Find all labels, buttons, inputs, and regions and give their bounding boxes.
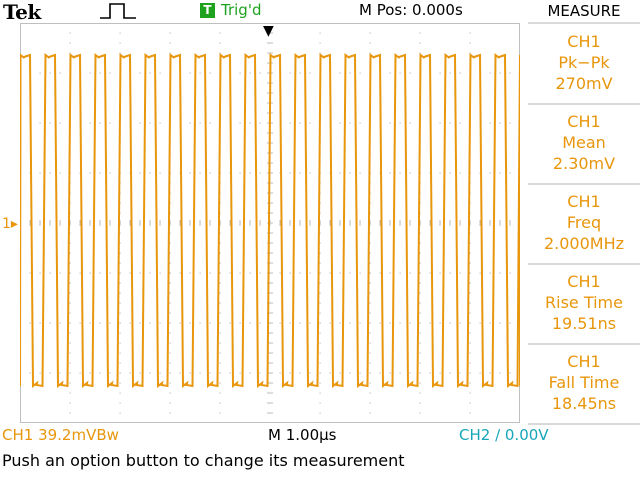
- measurement-value: 2.30mV: [552, 154, 616, 173]
- divider: [528, 183, 640, 185]
- timebase-readout: M 1.00µs: [268, 426, 337, 444]
- ch1-scale-readout: CH1 39.2mVBw: [2, 426, 119, 444]
- trigger-level-readout: CH2 ∕ 0.00V: [459, 426, 549, 444]
- trigger-status: T Trig'd: [200, 1, 261, 19]
- measurement-type: Freq: [566, 213, 602, 232]
- divider: [528, 343, 640, 345]
- measurement-type: Pk−Pk: [558, 53, 610, 72]
- status-message: Push an option button to change its meas…: [2, 451, 405, 470]
- measurement-value: 2.000MHz: [543, 234, 625, 253]
- trigger-position-marker: ▼: [263, 23, 274, 39]
- trigger-badge: T: [200, 3, 215, 18]
- measurement-3-button[interactable]: CH1 Freq 2.000MHz: [528, 185, 640, 263]
- measurement-value: 270mV: [555, 74, 613, 93]
- settings-bar: CH1 39.2mVBw M 1.00µs CH2 ∕ 0.00V: [0, 425, 640, 447]
- horizontal-position: M Pos: 0.000s: [359, 1, 463, 19]
- divider: [528, 103, 640, 105]
- brand-logo: Tek: [3, 0, 41, 24]
- measurement-4-button[interactable]: CH1 Rise Time 19.51ns: [528, 265, 640, 343]
- pulse-icon: [100, 3, 136, 19]
- divider: [528, 263, 640, 265]
- measurement-source: CH1: [567, 112, 601, 131]
- measurement-2-button[interactable]: CH1 Mean 2.30mV: [528, 105, 640, 183]
- measure-panel[interactable]: CH1 Pk−Pk 270mV CH1 Mean 2.30mV CH1 Freq…: [528, 24, 640, 423]
- trigger-status-label: Trig'd: [221, 1, 262, 19]
- menu-title: MEASURE: [547, 2, 621, 20]
- ch1-ground-marker: 1▸: [2, 216, 18, 232]
- measurement-source: CH1: [567, 192, 601, 211]
- measurement-value: 19.51ns: [551, 314, 617, 333]
- ch1-waveform: [20, 53, 520, 388]
- measurement-value: 18.45ns: [551, 394, 617, 413]
- measurement-source: CH1: [567, 272, 601, 291]
- top-status-bar: Tek T Trig'd M Pos: 0.000s MEASURE: [0, 0, 640, 24]
- measurement-5-button[interactable]: CH1 Fall Time 18.45ns: [528, 345, 640, 423]
- measurement-type: Mean: [562, 133, 606, 152]
- measurement-source: CH1: [567, 32, 601, 51]
- measurement-type: Fall Time: [548, 373, 620, 392]
- measurement-type: Rise Time: [545, 293, 623, 312]
- measurement-source: CH1: [567, 352, 601, 371]
- waveform-display: [20, 23, 520, 423]
- measurement-1-button[interactable]: CH1 Pk−Pk 270mV: [528, 25, 640, 103]
